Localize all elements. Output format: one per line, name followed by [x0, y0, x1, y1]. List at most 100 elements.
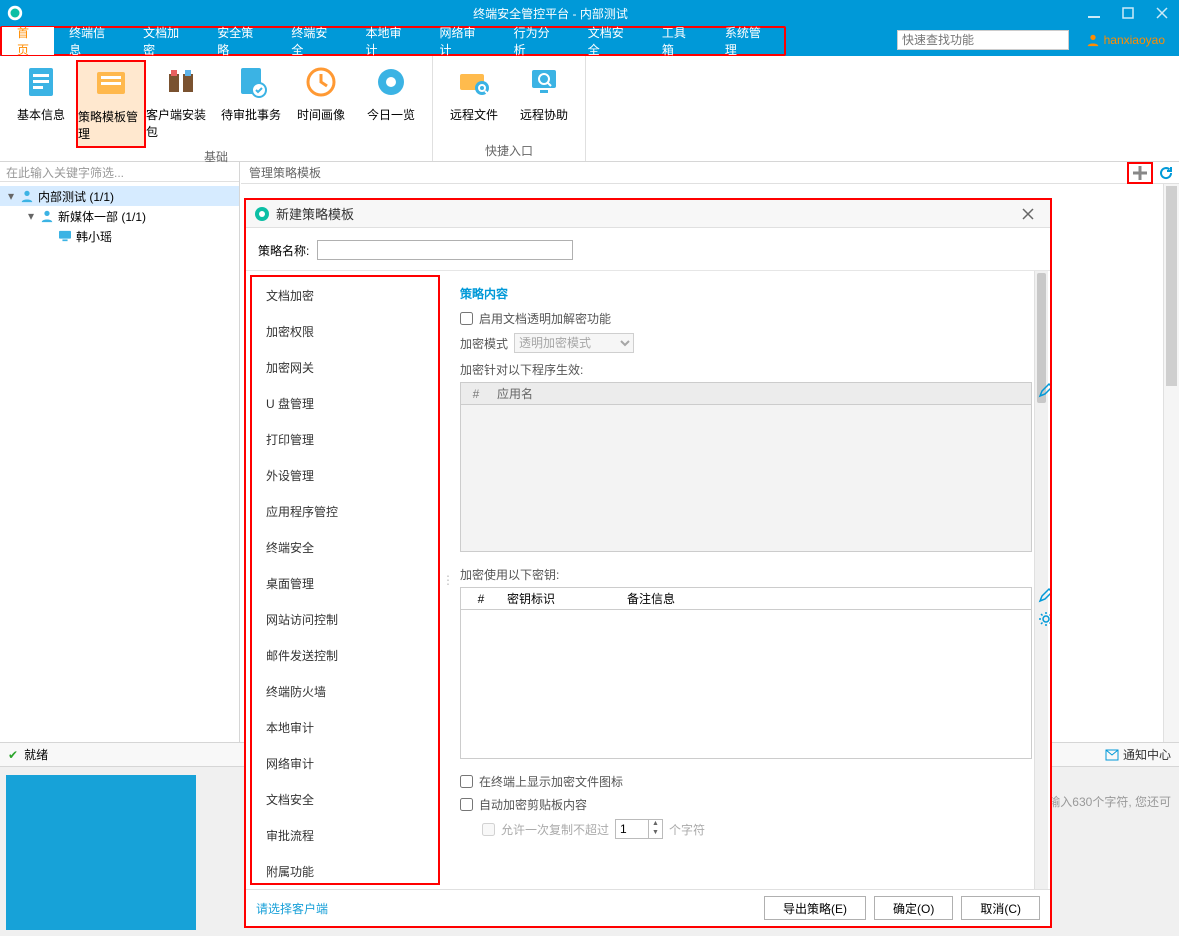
user-icon — [1086, 33, 1100, 47]
new-policy-dialog: 新建策略模板 策略名称: 文档加密 加密权限 加密网关 U 盘管理 打印管理 外… — [244, 198, 1052, 928]
template-icon — [93, 66, 129, 102]
dialog-hint[interactable]: 请选择客户端 — [256, 900, 328, 917]
tree-dept[interactable]: ▾ 新媒体一部 (1/1) — [0, 206, 239, 226]
encrypt-clipboard-label: 自动加密剪贴板内容 — [479, 796, 587, 813]
menu-terminal-info[interactable]: 终端信息 — [54, 27, 128, 55]
user-name: hanxiaoyao — [1104, 33, 1165, 47]
window-title: 终端安全管控平台 - 内部测试 — [24, 5, 1077, 22]
cat-desktop[interactable]: 桌面管理 — [252, 565, 438, 601]
pencil-icon — [1038, 382, 1050, 398]
gear-icon — [1038, 611, 1050, 627]
global-search-input[interactable] — [897, 30, 1069, 50]
keys-col-id: 密钥标识 — [501, 590, 621, 607]
apps-label: 加密针对以下程序生效: — [460, 361, 1032, 378]
show-icon-checkbox[interactable] — [460, 775, 473, 788]
menu-behavior[interactable]: 行为分析 — [499, 27, 573, 55]
menu-sec-policy[interactable]: 安全策略 — [202, 27, 276, 55]
enable-encryption-checkbox[interactable] — [460, 312, 473, 325]
ribbon-today[interactable]: 今日一览 — [356, 60, 426, 148]
expand-icon[interactable]: ▾ — [26, 209, 36, 223]
tree-filter-input[interactable]: 在此输入关键字筛选... — [0, 162, 239, 182]
status-text: 就绪 — [24, 746, 48, 763]
spin-up[interactable]: ▲ — [648, 820, 662, 829]
clip-limit-spinner[interactable]: ▲▼ — [615, 819, 663, 839]
cat-net-audit[interactable]: 网络审计 — [252, 745, 438, 781]
cat-periph[interactable]: 外设管理 — [252, 457, 438, 493]
char-hint: 输入630个字符, 您还可 — [1048, 793, 1171, 810]
cat-firewall[interactable]: 终端防火墙 — [252, 673, 438, 709]
cancel-button[interactable]: 取消(C) — [961, 896, 1040, 920]
menu-sys-mgmt[interactable]: 系统管理 — [710, 27, 784, 55]
package-icon — [163, 64, 199, 100]
remote-assist-icon — [526, 64, 562, 100]
app-logo-icon — [6, 4, 24, 22]
cat-encrypt-perm[interactable]: 加密权限 — [252, 313, 438, 349]
org-icon — [20, 189, 34, 203]
cat-doc-sec[interactable]: 文档安全 — [252, 781, 438, 817]
menu-terminal-sec[interactable]: 终端安全 — [276, 27, 350, 55]
notification-center-button[interactable]: 通知中心 — [1105, 746, 1171, 763]
ribbon-group2-caption: 快捷入口 — [485, 142, 533, 159]
expand-icon[interactable]: ▾ — [6, 189, 16, 203]
splitter[interactable]: ⋮ — [444, 271, 452, 889]
refresh-button[interactable] — [1153, 162, 1179, 184]
ribbon-policy-templates[interactable]: 策略模板管理 — [76, 60, 146, 148]
dialog-scrollbar[interactable] — [1034, 271, 1048, 889]
cat-print[interactable]: 打印管理 — [252, 421, 438, 457]
dialog-close-button[interactable] — [1022, 208, 1042, 220]
menu-doc-sec[interactable]: 文档安全 — [573, 27, 647, 55]
maximize-button[interactable] — [1111, 0, 1145, 26]
cat-terminal-sec[interactable]: 终端安全 — [252, 529, 438, 565]
today-icon — [373, 64, 409, 100]
ribbon-pending-approval[interactable]: 待审批事务 — [216, 60, 286, 148]
pencil-icon — [1038, 587, 1050, 603]
user-menu[interactable]: hanxiaoyao — [1078, 26, 1173, 54]
ok-button[interactable]: 确定(O) — [874, 896, 953, 920]
keys-settings-button[interactable] — [1038, 611, 1050, 627]
keys-edit-button[interactable] — [1038, 587, 1050, 603]
menu-local-audit[interactable]: 本地审计 — [350, 27, 424, 55]
mail-icon — [1105, 749, 1119, 761]
ribbon-client-installer[interactable]: 客户端安装包 — [146, 60, 216, 148]
add-policy-button[interactable] — [1127, 162, 1153, 184]
menu-toolbox[interactable]: 工具箱 — [647, 27, 710, 55]
export-policy-button[interactable]: 导出策略(E) — [764, 896, 866, 920]
ribbon-basic-info[interactable]: 基本信息 — [6, 60, 76, 148]
clock-icon — [303, 64, 339, 100]
menu-home[interactable]: 首页 — [2, 27, 54, 55]
cat-extra[interactable]: 附属功能 — [252, 853, 438, 885]
section-title: 策略内容 — [460, 285, 1032, 302]
cat-web-control[interactable]: 网站访问控制 — [252, 601, 438, 637]
main-menu: 首页 终端信息 文档加密 安全策略 终端安全 本地审计 网络审计 行为分析 文档… — [0, 26, 786, 56]
close-button[interactable] — [1145, 0, 1179, 26]
tree-root[interactable]: ▾ 内部测试 (1/1) — [0, 186, 239, 206]
cat-approval[interactable]: 审批流程 — [252, 817, 438, 853]
apps-col-hash: # — [461, 387, 491, 401]
encrypt-clipboard-checkbox[interactable] — [460, 798, 473, 811]
policy-name-label: 策略名称: — [258, 242, 309, 259]
tree-client[interactable]: 韩小瑶 — [0, 226, 239, 246]
cat-local-audit[interactable]: 本地审计 — [252, 709, 438, 745]
cat-app-control[interactable]: 应用程序管控 — [252, 493, 438, 529]
enc-mode-select[interactable]: 透明加密模式 — [514, 333, 634, 353]
clip-limit-checkbox — [482, 823, 495, 836]
ribbon-remote-assist[interactable]: 远程协助 — [509, 60, 579, 127]
monitor-icon — [58, 230, 72, 242]
menu-net-audit[interactable]: 网络审计 — [425, 27, 499, 55]
cat-encrypt-gw[interactable]: 加密网关 — [252, 349, 438, 385]
show-icon-label: 在终端上显示加密文件图标 — [479, 773, 623, 790]
cat-mail-control[interactable]: 邮件发送控制 — [252, 637, 438, 673]
minimize-button[interactable] — [1077, 0, 1111, 26]
menu-doc-encrypt[interactable]: 文档加密 — [128, 27, 202, 55]
cat-usb[interactable]: U 盘管理 — [252, 385, 438, 421]
ribbon-remote-file[interactable]: 远程文件 — [439, 60, 509, 127]
clip-limit-value[interactable] — [616, 822, 648, 836]
close-icon — [1022, 208, 1034, 220]
cat-doc-encrypt[interactable]: 文档加密 — [252, 277, 438, 313]
dialog-title: 新建策略模板 — [276, 204, 354, 223]
titlebar: 终端安全管控平台 - 内部测试 — [0, 0, 1179, 26]
ribbon-time-profile[interactable]: 时间画像 — [286, 60, 356, 148]
apps-edit-button[interactable] — [1038, 382, 1050, 398]
policy-name-input[interactable] — [317, 240, 573, 260]
spin-down[interactable]: ▼ — [648, 829, 662, 838]
